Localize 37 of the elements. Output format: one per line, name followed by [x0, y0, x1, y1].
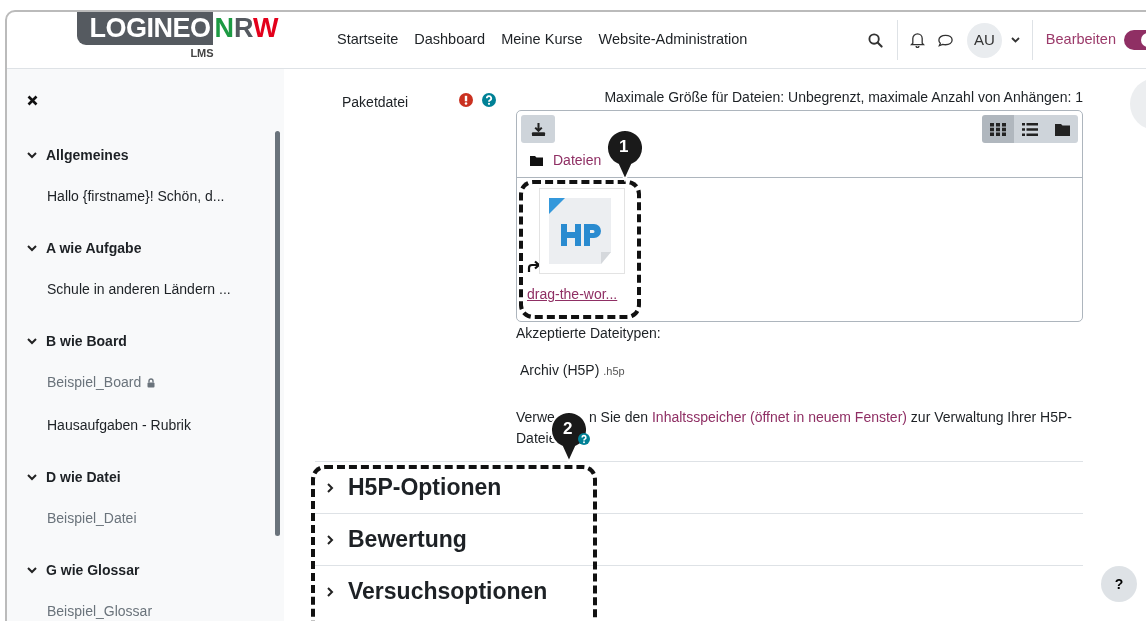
activity-link[interactable]: Schule in anderen Ländern ...: [47, 279, 231, 300]
section-heading[interactable]: Bewertung: [348, 522, 467, 557]
logo-letter: W: [253, 13, 279, 43]
note-text-fragment: Verwe: [516, 408, 555, 427]
section-title[interactable]: B wie Board: [46, 330, 127, 352]
file-name-link[interactable]: drag-the-wor...: [527, 284, 632, 305]
nav-link[interactable]: Website-Administration: [598, 29, 748, 51]
callout-number: 2: [563, 419, 573, 439]
help-button[interactable]: ?: [1101, 566, 1137, 602]
section-title[interactable]: D wie Datei: [46, 466, 121, 488]
edit-mode-label: Bearbeiten: [1045, 30, 1116, 50]
section-title[interactable]: Allgemeines: [46, 144, 129, 166]
section-heading[interactable]: Versuchsoptionen: [348, 574, 548, 609]
section-title[interactable]: A wie Aufgabe: [46, 237, 142, 259]
accepted-types-label: Akzeptierte Dateitypen:: [516, 324, 662, 343]
activity-link[interactable]: Beispiel_Glossar: [47, 601, 153, 621]
nav-link[interactable]: Startseite: [337, 29, 399, 51]
logo-subtitle: LMS: [190, 46, 214, 61]
nav-link[interactable]: Dashboard: [414, 29, 486, 51]
nav-link[interactable]: Meine Kurse: [501, 29, 583, 51]
logo-wordmark[interactable]: LOGINEO: [77, 12, 213, 45]
callout-number: 1: [619, 137, 629, 157]
activity-link[interactable]: Beispiel_Board: [47, 372, 142, 393]
activity-link[interactable]: Beispiel_Datei: [47, 508, 137, 529]
section-title[interactable]: G wie Glossar: [46, 559, 140, 581]
content-bank-note: n Sie den Inhaltsspeicher (öffnet in neuem Fenster) zur Verwaltung Ihrer H5P-: [588, 408, 1072, 427]
field-label: Paketdatei: [342, 94, 409, 110]
max-size-info: Maximale Größe für Dateien: Unbegrenzt, maximale Anzahl von Anhängen: 1: [603, 88, 1083, 107]
file-type-entry: Archiv (H5P) .h5p: [520, 361, 626, 380]
section-heading[interactable]: H5P-Optionen: [348, 470, 502, 505]
activity-link[interactable]: Hallo {firstname}! Schön, d...: [47, 186, 225, 207]
user-avatar[interactable]: AU: [966, 22, 1002, 58]
activity-link[interactable]: Hausaufgaben - Rubrik: [47, 415, 191, 436]
content-bank-link[interactable]: Inhaltsspeicher (öffnet in neuem Fenster): [652, 409, 907, 425]
folder-path-link[interactable]: Dateien: [553, 150, 602, 171]
logo-letter: R: [234, 13, 253, 43]
logo-letter: N: [214, 13, 234, 43]
